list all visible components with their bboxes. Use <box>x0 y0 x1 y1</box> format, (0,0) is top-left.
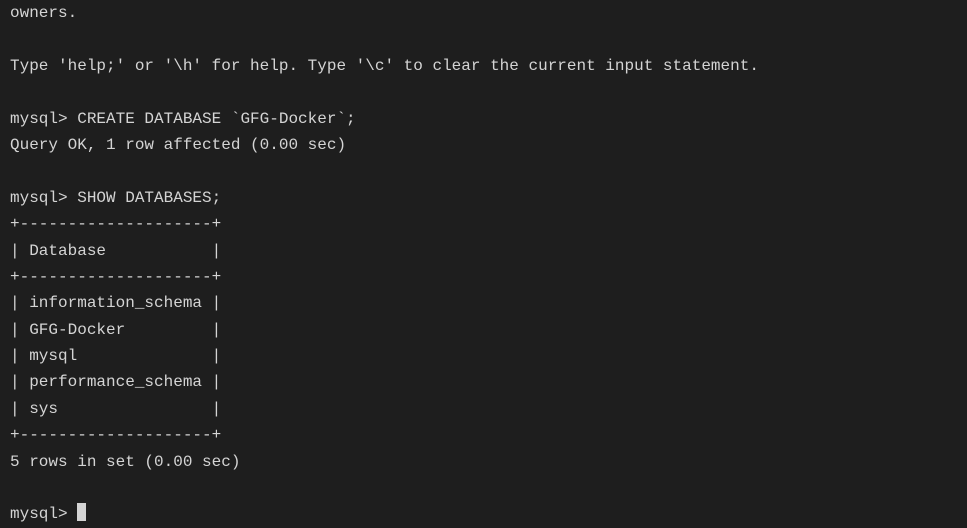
table-border: +--------------------+ <box>10 268 221 286</box>
mysql-prompt-create: mysql> CREATE DATABASE `GFG-Docker`; <box>10 110 356 128</box>
table-row: | performance_schema | <box>10 373 221 391</box>
help-line: Type 'help;' or '\h' for help. Type '\c'… <box>10 57 759 75</box>
table-row: | GFG-Docker | <box>10 321 221 339</box>
table-row: | mysql | <box>10 347 221 365</box>
table-border: +--------------------+ <box>10 426 221 444</box>
table-row: | sys | <box>10 400 221 418</box>
table-row: | information_schema | <box>10 294 221 312</box>
table-header: | Database | <box>10 242 221 260</box>
cursor-icon <box>77 503 86 521</box>
mysql-prompt-active: mysql> <box>10 505 77 523</box>
owners-line: owners. <box>10 4 77 22</box>
mysql-prompt-show: mysql> SHOW DATABASES; <box>10 189 221 207</box>
table-border: +--------------------+ <box>10 215 221 233</box>
terminal-output[interactable]: owners. Type 'help;' or '\h' for help. T… <box>10 0 957 528</box>
query-result: Query OK, 1 row affected (0.00 sec) <box>10 136 346 154</box>
query-result: 5 rows in set (0.00 sec) <box>10 453 240 471</box>
